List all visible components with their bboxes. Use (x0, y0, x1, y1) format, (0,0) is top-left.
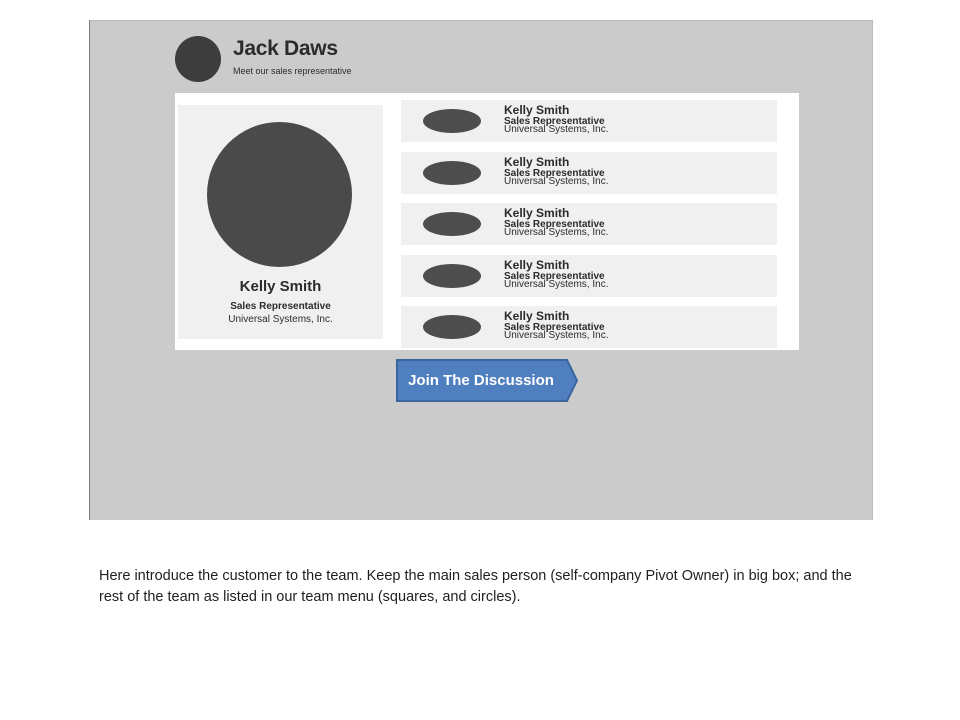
team-member-card[interactable]: Kelly Smith Sales Representative Univers… (401, 100, 777, 142)
team-member-card[interactable]: Kelly Smith Sales Representative Univers… (401, 306, 777, 348)
caption-text: Here introduce the customer to the team.… (99, 568, 852, 605)
main-rep-title: Sales Representative (230, 301, 331, 312)
header-subtitle: Meet our sales representative (233, 66, 352, 76)
team-member-card[interactable]: Kelly Smith Sales Representative Univers… (401, 203, 777, 245)
main-rep-avatar (207, 122, 352, 267)
header-name: Jack Daws (233, 37, 338, 60)
team-member-card[interactable]: Kelly Smith Sales Representative Univers… (401, 254, 777, 297)
header-avatar (175, 36, 221, 82)
team-member-avatar (423, 315, 481, 339)
join-discussion-button[interactable]: Join The Discussion (396, 359, 579, 402)
join-button-label: Join The Discussion (408, 372, 554, 389)
main-rep-name: Kelly Smith (239, 278, 322, 295)
team-member-card[interactable]: Kelly Smith Sales Representative Univers… (401, 151, 777, 194)
team-member-company: Universal Systems, Inc. (504, 175, 609, 187)
team-member-company: Universal Systems, Inc. (504, 278, 609, 290)
main-rep-company: Universal Systems, Inc. (228, 314, 333, 325)
team-member-avatar (423, 212, 481, 236)
team-member-company: Universal Systems, Inc. (504, 227, 609, 238)
team-member-avatar (423, 263, 481, 288)
team-member-avatar (423, 109, 481, 133)
team-list: Kelly Smith Sales Representative Univers… (401, 100, 777, 358)
team-member-company: Universal Systems, Inc. (504, 330, 609, 341)
team-member-company: Universal Systems, Inc. (504, 124, 609, 135)
team-member-avatar (423, 160, 481, 185)
